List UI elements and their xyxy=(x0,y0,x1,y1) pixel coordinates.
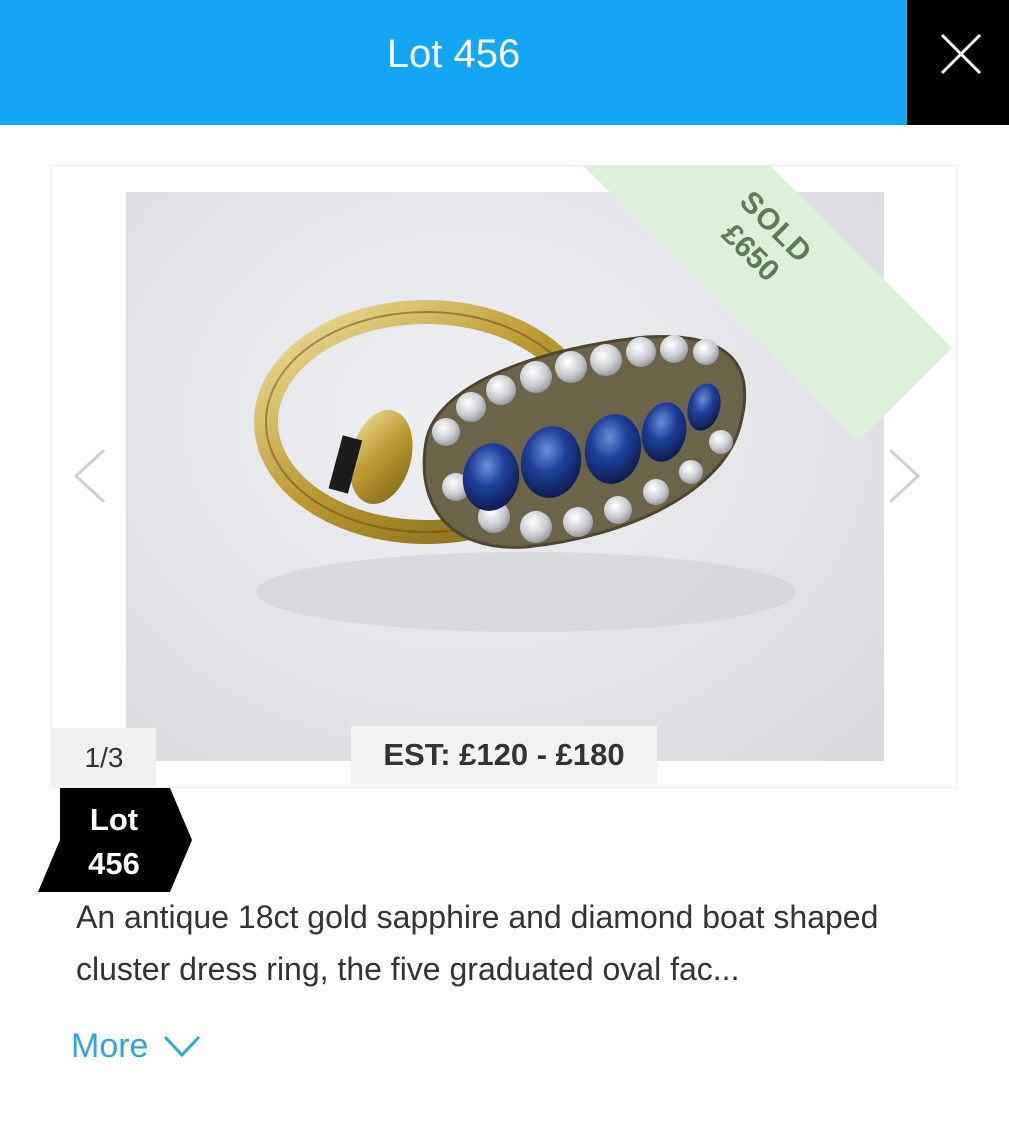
more-button[interactable]: More xyxy=(71,1018,202,1070)
page-title: Lot 456 xyxy=(386,32,521,76)
chevron-right-icon xyxy=(888,448,921,504)
lot-number-badge: Lot 456 xyxy=(38,788,194,892)
previous-image-button[interactable] xyxy=(70,446,110,506)
next-image-button[interactable] xyxy=(884,446,924,506)
close-button[interactable] xyxy=(907,0,1009,125)
header-bar: Lot 456 xyxy=(0,0,1009,125)
close-icon xyxy=(940,33,982,75)
more-label: More xyxy=(71,1027,149,1066)
lot-description: An antique 18ct gold sapphire and diamon… xyxy=(76,899,879,987)
image-gallery: SOLD £650 1/3 EST: £120 - £180 xyxy=(51,165,957,788)
chevron-down-icon xyxy=(164,1035,201,1058)
lot-badge-label: Lot xyxy=(89,802,139,837)
chevron-left-icon xyxy=(73,448,106,504)
estimate-label: EST: £120 - £180 xyxy=(351,726,657,784)
lot-badge-number: 456 xyxy=(88,846,140,881)
image-counter: 1/3 xyxy=(52,728,156,786)
